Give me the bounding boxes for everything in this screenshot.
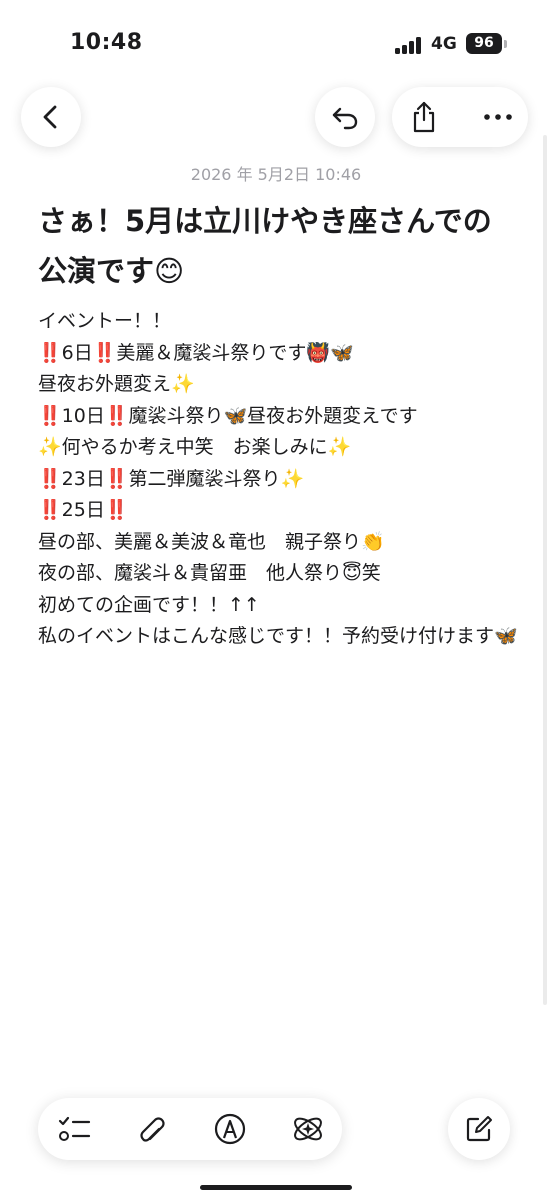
- note-line: 昼夜お外題変え✨: [38, 373, 195, 395]
- status-time: 10:48: [70, 30, 143, 55]
- back-button[interactable]: [21, 87, 81, 147]
- note-line: ‼️23日‼️第二弾魔裟斗祭り✨: [38, 467, 305, 490]
- writing-tools-icon: [294, 1117, 322, 1141]
- undo-button[interactable]: [315, 87, 375, 147]
- toolbar-group: [392, 87, 528, 147]
- markup-pen-icon: [214, 1113, 246, 1145]
- note-body[interactable]: イベントー！！ ‼️6日‼️美麗＆魔裟斗祭りです👹🦋 昼夜お外題変え✨ ‼️10日‼️…: [38, 306, 522, 653]
- ellipsis-icon: [484, 114, 512, 120]
- checklist-button[interactable]: [52, 1107, 96, 1151]
- more-button[interactable]: [476, 95, 520, 139]
- bottom-toolbar: [38, 1098, 342, 1160]
- battery-tip: [504, 40, 507, 48]
- checklist-icon: [58, 1116, 91, 1141]
- battery-icon: 96: [466, 33, 502, 54]
- scroll-indicator: [543, 135, 547, 1005]
- network-type: 4G: [431, 34, 457, 54]
- cellular-signal-icon: [395, 36, 425, 54]
- attachment-button[interactable]: [130, 1107, 174, 1151]
- note-line: ‼️6日‼️美麗＆魔裟斗祭りです👹🦋: [38, 341, 354, 364]
- compose-icon: [466, 1116, 492, 1142]
- markup-button[interactable]: [208, 1107, 252, 1151]
- note-date: 2026 年 5月2日 10:46: [190, 165, 362, 184]
- note-title[interactable]: さぁ！5月は立川けやき座さんでの公演です😊: [38, 196, 518, 296]
- chevron-left-icon: [43, 105, 57, 129]
- share-icon: [413, 101, 435, 133]
- status-bar: 10:48 4G 96: [0, 0, 552, 80]
- note-line: イベントー！！: [38, 310, 172, 332]
- note-line: 昼の部、美麗＆美波＆竜也 親子祭り👏: [38, 530, 385, 553]
- note-line: 私のイベントはこんな感じです！！予約受け付けます🦋: [38, 625, 518, 647]
- note-line: ‼️10日‼️魔裟斗祭り🦋昼夜お外題変えです: [38, 404, 418, 427]
- notes-screen: 10:48 4G 96 2026 年 5月2日 10:46 さぁ！5月は立川けや…: [0, 0, 552, 1200]
- note-line: 初めての企画です！！↑↑: [38, 593, 260, 616]
- note-line: ‼️25日‼️: [38, 499, 129, 521]
- note-line: 夜の部、魔裟斗＆貴留亜 他人祭り😇笑: [38, 562, 381, 584]
- compose-button[interactable]: [448, 1098, 510, 1160]
- undo-icon: [332, 107, 358, 130]
- paperclip-icon: [140, 1117, 165, 1142]
- share-button[interactable]: [402, 95, 446, 139]
- writing-tools-button[interactable]: [286, 1107, 330, 1151]
- note-line: ✨何やるか考え中笑 お楽しみに✨: [38, 436, 352, 458]
- home-indicator: [200, 1185, 352, 1190]
